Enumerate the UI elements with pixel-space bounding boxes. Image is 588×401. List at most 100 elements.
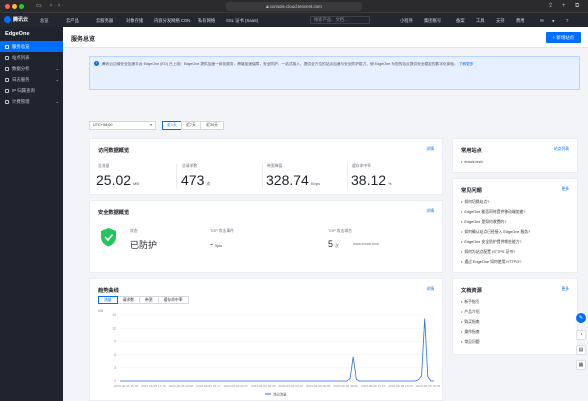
- security-overview-card: 安全数据概览 详情 状态 已防护 TOP 攻击事件 -5pts TOP 攻击域名…: [89, 200, 443, 273]
- traffic-overview-card: 访问数据概览 详情 总流量 25.02 MB 总请求数 473 次 带宽峰值 328…: [89, 138, 443, 195]
- x-tick-label: 2023-06-06 11:15: [361, 384, 385, 388]
- x-tick-label: 2023-06-05 15:35: [114, 384, 139, 388]
- x-tick-label: 2023-06-05 20:08: [169, 384, 194, 388]
- minimize-window-button[interactable]: [12, 4, 17, 9]
- nav-overview[interactable]: 总览: [40, 18, 49, 24]
- nav-vpc[interactable]: 私有网络: [198, 18, 215, 24]
- edit-icon[interactable]: ✎: [576, 313, 586, 323]
- metric-value: 473: [181, 172, 205, 188]
- faq-item[interactable]: EdgeOne 能否同时提供移动端加速?: [461, 210, 525, 215]
- range-1day-button[interactable]: 近1天: [162, 121, 182, 130]
- share-icon[interactable]: ⇪: [548, 2, 553, 11]
- sidebar-item-overview[interactable]: 服务总览: [0, 41, 63, 52]
- doc-item[interactable]: 购买指南: [461, 320, 479, 325]
- nav-cvm[interactable]: 云服务器: [96, 18, 113, 24]
- y-tick-label: 3: [114, 366, 116, 370]
- faq-item[interactable]: 如何确认站点已经接入 EdgeOne 服务?: [461, 230, 530, 235]
- nav-support[interactable]: 支持: [496, 18, 505, 24]
- y-tick-label: 9: [114, 340, 116, 344]
- x-tick-label: 2023-06-06 06:55: [306, 384, 331, 388]
- metric-value: 38.12: [351, 172, 387, 188]
- status-label: 状态: [130, 229, 138, 233]
- info-icon: i: [94, 61, 99, 66]
- nav-mini-program[interactable]: 小程序: [400, 18, 413, 24]
- address-bar[interactable]: 🔒︎ console.cloud.tencent.com: [226, 2, 362, 11]
- faq-item[interactable]: EdgeOne 安全防护提供哪些能力?: [461, 240, 521, 245]
- nav-icp[interactable]: 备案: [456, 18, 465, 24]
- sidebar-toggle-icon[interactable]: ▭: [36, 2, 42, 11]
- back-icon[interactable]: ‹: [50, 2, 52, 11]
- y-tick-label: 0: [114, 379, 116, 383]
- sidebar-item-ip-query[interactable]: IP 归属查询: [0, 85, 63, 96]
- faq-item[interactable]: 如何为站点配置 HTTPS 证书?: [461, 250, 515, 255]
- forward-icon[interactable]: ›: [58, 2, 60, 11]
- chevron-down-icon: ⌄: [55, 77, 59, 82]
- doc-item[interactable]: 产品介绍: [461, 310, 479, 315]
- tab-requests[interactable]: 请求数: [116, 296, 140, 304]
- tab-cache-hit[interactable]: 缓存命中率: [157, 296, 189, 304]
- doc-item[interactable]: 操作指南: [461, 330, 479, 335]
- address-text: console.cloud.tencent.com: [269, 4, 322, 9]
- x-tick-label: 2023-06-06 04:45: [279, 384, 304, 388]
- new-tab-icon[interactable]: +: [562, 2, 566, 11]
- timezone-select[interactable]: UTC+08:00 ▾: [89, 121, 156, 130]
- metric-cache-hit-rate: 38.12%: [351, 172, 392, 188]
- protection-status: 已防护: [130, 240, 158, 250]
- tab-bandwidth[interactable]: 带宽: [138, 296, 159, 304]
- x-tick-label: 2023-06-06 15:35: [416, 384, 441, 388]
- top-domain-label: TOP 攻击域名: [328, 229, 352, 233]
- chat-icon[interactable]: ◔: [576, 330, 586, 340]
- billing-icon: [5, 99, 9, 104]
- doc-item[interactable]: 常见问题: [461, 340, 479, 345]
- nav-cos[interactable]: 对象存储: [126, 18, 143, 24]
- nav-tools[interactable]: 工具: [476, 18, 485, 24]
- global-search-input[interactable]: 搜索产品、文档...: [310, 16, 370, 24]
- divider: [176, 163, 177, 189]
- range-30days-button[interactable]: 近30天: [200, 121, 224, 130]
- trend-details-link[interactable]: 详情: [426, 287, 434, 292]
- maximize-window-button[interactable]: [19, 4, 24, 9]
- nav-group-account[interactable]: 集团账号: [424, 18, 441, 24]
- help-icon[interactable]: ?: [566, 18, 568, 23]
- page-title: 服务总览: [71, 37, 96, 43]
- range-7days-button[interactable]: 近7天: [181, 121, 201, 130]
- sidebar-brand: EdgeOne: [5, 31, 30, 37]
- faq-item[interactable]: 通过 EdgeOne 如何使用 HTTP/3?: [461, 260, 521, 265]
- cloud-top-nav: 腾讯云 总览 云产品 云服务器 对象存储 内容分发网络 CDN 私有网络 SSL…: [0, 13, 588, 27]
- sidebar-item-sites[interactable]: 站点列表: [0, 52, 63, 63]
- top-domain-name: www.enock.tech: [353, 242, 379, 246]
- browser-toolbar: ▭ ‹ › 🔒︎ console.cloud.tencent.com ⇪ + ⧉: [0, 0, 588, 13]
- faq-item[interactable]: 如何切换站点?: [461, 200, 489, 205]
- tab-overview-icon[interactable]: ⧉: [575, 2, 579, 11]
- tencent-cloud-logo[interactable]: 腾讯云: [4, 16, 28, 24]
- nav-billing[interactable]: 费用: [516, 18, 525, 24]
- avatar[interactable]: ●: [552, 18, 555, 23]
- site-item[interactable]: enock.tech: [461, 160, 482, 164]
- sidebar-item-logs[interactable]: 日志服务 ⌄: [0, 74, 63, 85]
- nav-products[interactable]: 云产品: [66, 18, 79, 24]
- add-site-button[interactable]: + 新增站点: [545, 32, 581, 43]
- tab-traffic[interactable]: 流量: [98, 296, 118, 304]
- doc-item[interactable]: 新手指引: [461, 300, 479, 305]
- docs-more-link[interactable]: 更多: [561, 287, 569, 292]
- nav-ssl[interactable]: SSL 证书 (SaaS): [226, 18, 258, 24]
- faq-more-link[interactable]: 更多: [561, 187, 569, 192]
- security-details-link[interactable]: 详情: [426, 209, 434, 214]
- divider: [347, 163, 348, 189]
- sidebar-item-analytics[interactable]: 数据分析 ⌄: [0, 63, 63, 74]
- grid-icon[interactable]: ▦: [576, 360, 586, 370]
- site-list-link[interactable]: 站点列表: [554, 147, 569, 152]
- traffic-details-link[interactable]: 详情: [426, 147, 434, 152]
- nav-cdn[interactable]: 内容分发网络 CDN: [154, 18, 190, 24]
- sidebar-item-label: IP 归属查询: [12, 88, 35, 93]
- learn-more-link[interactable]: 了解更多: [459, 62, 474, 66]
- metric-peak-bandwidth: 328.74 Kbps: [266, 172, 320, 188]
- y-unit-label: MB: [98, 309, 104, 313]
- close-window-button[interactable]: [5, 4, 10, 9]
- mail-icon[interactable]: ✉: [540, 18, 544, 24]
- sidebar-item-billing[interactable]: 计费管理 ⌄: [0, 96, 63, 107]
- series-line: [120, 318, 434, 382]
- chevron-down-icon: ▾: [150, 123, 152, 127]
- book-icon[interactable]: ▤: [576, 345, 586, 355]
- faq-item[interactable]: EdgeOne 是如何收费的?: [461, 220, 506, 225]
